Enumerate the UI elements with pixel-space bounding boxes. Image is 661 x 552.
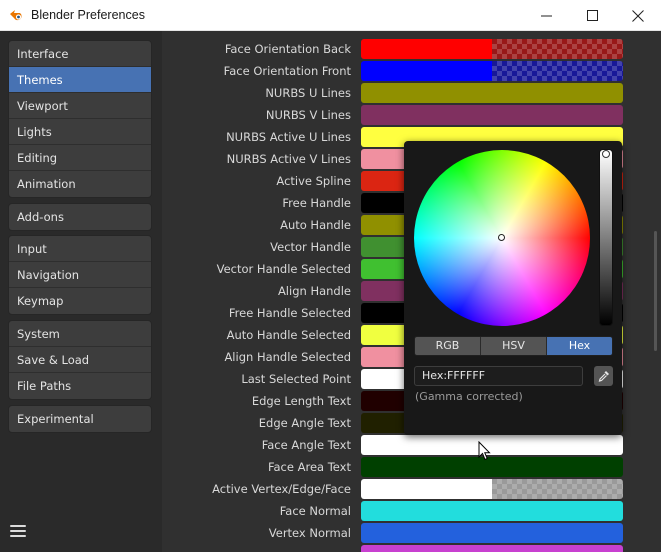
sidebar-item-keymap[interactable]: Keymap <box>9 288 151 314</box>
theme-color-label: Edge Angle Text <box>258 416 351 430</box>
sidebar-item-add-ons[interactable]: Add-ons <box>9 204 151 230</box>
sidebar-group: Experimental <box>8 405 152 433</box>
sidebar-item-viewport[interactable]: Viewport <box>9 93 151 119</box>
theme-color-label: Active Vertex/Edge/Face <box>212 482 351 496</box>
minimize-icon <box>540 15 552 17</box>
theme-color-label: Face Area Text <box>267 460 351 474</box>
preferences-sidebar: Interface Themes Viewport Lights Editing Anim… <box>0 31 162 552</box>
theme-color-row: Face Area Text <box>162 456 661 478</box>
theme-color-row: NURBS V Lines <box>162 104 661 126</box>
color-swatch[interactable] <box>361 523 623 543</box>
color-swatch[interactable] <box>361 435 623 455</box>
color-mode-tabs: RGB HSV Hex <box>414 336 613 356</box>
theme-color-label: NURBS Active V Lines <box>226 152 351 166</box>
sidebar-item-experimental[interactable]: Experimental <box>9 406 151 432</box>
maximize-button[interactable] <box>569 0 615 31</box>
color-swatch[interactable] <box>361 39 623 59</box>
theme-color-label: Active Spline <box>276 174 351 188</box>
color-swatch[interactable] <box>361 501 623 521</box>
sidebar-item-system[interactable]: System <box>9 321 151 347</box>
sidebar-item-themes[interactable]: Themes <box>9 67 151 93</box>
theme-color-label: Face Orientation Front <box>223 64 351 78</box>
theme-color-label: NURBS U Lines <box>265 86 351 100</box>
sidebar-item-interface[interactable]: Interface <box>9 41 151 67</box>
eyedropper-button[interactable] <box>594 366 613 386</box>
gamma-note: (Gamma corrected) <box>415 390 523 403</box>
value-slider[interactable] <box>599 149 613 326</box>
sidebar-item-file-paths[interactable]: File Paths <box>9 373 151 399</box>
close-icon <box>632 9 644 22</box>
theme-color-label: Last Selected Point <box>241 372 351 386</box>
color-swatch[interactable] <box>361 545 623 552</box>
scrollbar[interactable] <box>654 231 657 351</box>
color-swatch[interactable] <box>361 83 623 103</box>
sidebar-group: Add-ons <box>8 203 152 231</box>
theme-color-label: Vector Handle <box>270 240 351 254</box>
theme-color-row: Vertex Normal <box>162 522 661 544</box>
sidebar-group: Input Navigation Keymap <box>8 235 152 315</box>
value-slider-handle[interactable] <box>602 150 610 158</box>
theme-color-row: Face Angle Text <box>162 434 661 456</box>
theme-color-label: Face Orientation Back <box>224 42 351 56</box>
minimize-button[interactable] <box>523 0 569 31</box>
sidebar-item-navigation[interactable]: Navigation <box>9 262 151 288</box>
theme-color-label: Edge Length Text <box>251 394 351 408</box>
sidebar-item-editing[interactable]: Editing <box>9 145 151 171</box>
theme-color-row: Face Orientation Back <box>162 38 661 60</box>
color-swatch[interactable] <box>361 479 623 499</box>
sidebar-item-input[interactable]: Input <box>9 236 151 262</box>
color-picker-popup: RGB HSV Hex Hex:FFFFFF (Gamma corrected) <box>404 141 622 435</box>
theme-color-label: Align Handle <box>277 284 351 298</box>
theme-color-label: Align Handle Selected <box>224 350 351 364</box>
close-button[interactable] <box>615 0 661 31</box>
sidebar-item-animation[interactable]: Animation <box>9 171 151 197</box>
wheel-cursor[interactable] <box>498 234 505 241</box>
maximize-icon <box>586 10 598 21</box>
theme-color-row: Face Normal <box>162 500 661 522</box>
theme-color-label: Auto Handle Selected <box>226 328 351 342</box>
theme-color-label: Auto Handle <box>280 218 351 232</box>
theme-color-label: Free Handle Selected <box>228 306 351 320</box>
theme-color-label: Vertex Normal <box>268 526 351 540</box>
theme-color-label: Face Angle Text <box>261 438 351 452</box>
theme-color-label: Face Normal <box>279 504 351 518</box>
theme-color-row <box>162 544 661 552</box>
color-swatch[interactable] <box>361 61 623 81</box>
mouse-pointer-icon <box>478 440 492 461</box>
hex-input[interactable]: Hex:FFFFFF <box>414 366 583 386</box>
theme-color-row: NURBS U Lines <box>162 82 661 104</box>
theme-color-row: Face Orientation Front <box>162 60 661 82</box>
theme-color-label: Vector Handle Selected <box>216 262 351 276</box>
color-swatch[interactable] <box>361 105 623 125</box>
tab-hsv[interactable]: HSV <box>481 337 547 355</box>
tab-hex[interactable]: Hex <box>547 337 612 355</box>
hamburger-menu-icon[interactable] <box>10 525 26 539</box>
sidebar-group: Interface Themes Viewport Lights Editing Anim… <box>8 40 152 198</box>
blender-logo-icon <box>9 7 25 23</box>
window-title: Blender Preferences <box>31 8 145 22</box>
sidebar-group: System Save & Load File Paths <box>8 320 152 400</box>
eyedropper-icon <box>598 371 609 382</box>
theme-color-label: Free Handle <box>282 196 351 210</box>
theme-color-label: NURBS V Lines <box>265 108 351 122</box>
sidebar-item-lights[interactable]: Lights <box>9 119 151 145</box>
theme-color-label: NURBS Active U Lines <box>226 130 351 144</box>
tab-rgb[interactable]: RGB <box>415 337 481 355</box>
title-bar: Blender Preferences <box>0 0 661 31</box>
sidebar-item-save-load[interactable]: Save & Load <box>9 347 151 373</box>
theme-color-row: Active Vertex/Edge/Face <box>162 478 661 500</box>
color-swatch[interactable] <box>361 457 623 477</box>
